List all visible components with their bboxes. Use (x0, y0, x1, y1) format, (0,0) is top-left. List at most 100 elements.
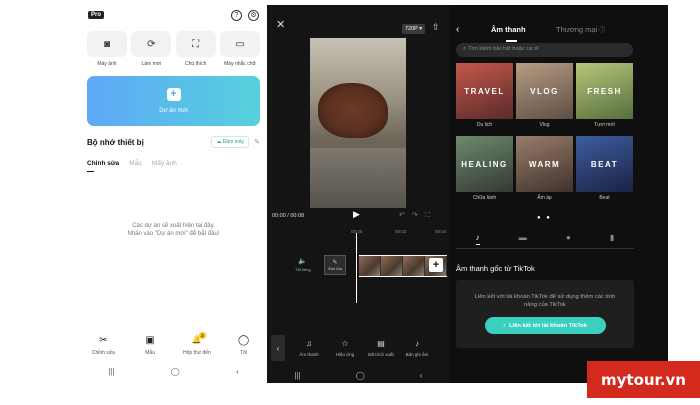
storage-header: Bộ nhớ thiết bị ☁ Đám mây ✎ (80, 136, 267, 148)
edit-icon[interactable]: ✎ (254, 138, 260, 146)
plus-icon: + (166, 88, 181, 101)
chevron-left-icon[interactable]: ‹ (271, 335, 285, 361)
new-project-label: Dự án mới (159, 108, 188, 114)
category-label: Tươi mới (594, 122, 615, 128)
tool-label: Máy ảnh (97, 61, 117, 67)
sound-source-tabs: ♪ ▬ ● ▮ (456, 233, 634, 249)
export-icon[interactable]: ⇧ (432, 22, 440, 33)
mute-button[interactable]: 🔈 Tắt tiếng (295, 257, 311, 272)
pro-badge[interactable]: Pro (88, 11, 105, 19)
mytour-watermark: mytour.vn (587, 361, 700, 398)
audio-icon: ♫ (306, 339, 312, 348)
video-preview[interactable] (310, 38, 406, 208)
home-icon[interactable]: ◯ (356, 371, 365, 380)
teleprompter-icon: ▭ (219, 31, 260, 57)
refresh-icon: ⟳ (131, 31, 172, 57)
tool-label: Làm mới (141, 61, 162, 67)
system-nav: ||| ◯ ‹ (267, 371, 450, 380)
bookmark-tab-icon[interactable]: ▮ (610, 233, 614, 245)
tool-refresh[interactable]: ⟳ Làm mới (131, 31, 172, 67)
new-project-button[interactable]: + Dự án mới (87, 76, 260, 126)
sound-search-input[interactable]: ⌕ Tìm kiếm bài hát hoặc ca sĩ (456, 43, 633, 57)
tiktok-section-title: Âm thanh gốc từ TikTok (456, 264, 535, 273)
speaker-icon: 🔈 (298, 258, 308, 265)
category-beat[interactable]: BEAT Beat (576, 136, 633, 206)
play-icon[interactable]: ▶ (353, 209, 360, 220)
playhead[interactable] (356, 233, 357, 303)
category-label: Du lịch (476, 122, 493, 128)
tiktok-tab-icon[interactable]: ♪ (475, 233, 480, 245)
tool-label: Hiệu ứng (335, 352, 355, 357)
category-label: Vlog (539, 122, 550, 128)
tab-photos[interactable]: Mấy ảnh (152, 160, 177, 167)
help-icon[interactable]: ? (231, 9, 242, 21)
nav-templates[interactable]: ▣ Mẫu (135, 335, 165, 356)
tool-camera[interactable]: ◙ Máy ảnh (87, 31, 127, 67)
tiktok-link-panel: Liên kết với tài khoản TikTok để sử dụng… (456, 280, 634, 348)
category-warm[interactable]: WARM Ấm áp (516, 136, 573, 206)
search-placeholder: Tìm kiếm bài hát hoặc ca sĩ (467, 46, 539, 52)
tool-label: Âm thanh (299, 352, 319, 357)
back-icon[interactable]: ‹ (236, 367, 239, 376)
category-vlog[interactable]: VLOG Vlog (516, 63, 573, 133)
back-icon[interactable]: ‹ (420, 371, 423, 380)
category-healing[interactable]: HEALING Chữa lành (456, 136, 513, 206)
sound-categories: TRAVEL Du lịch VLOG Vlog FRESH Tươi mới … (456, 63, 634, 206)
page-dots: ● ● (537, 215, 552, 221)
close-icon[interactable]: ✕ (276, 18, 285, 31)
tiktok-description: Liên kết với tài khoản TikTok để sử dụng… (456, 280, 634, 309)
link-button-label: Liên kết tới tài khoản TikTok (508, 322, 587, 329)
empty-state: Các dự án sẽ xuất hiện tại đây. Nhấn vào… (80, 222, 267, 238)
tab-templates[interactable]: Mẫu (129, 160, 142, 167)
capcut-home-screen: Pro ? ⚙ ◙ Máy ảnh ⟳ Làm mới ⛶ Chú thích … (80, 5, 267, 383)
tool-voiceover[interactable]: ♪ Bản ghi âm (399, 335, 435, 357)
ruler-tick: 00:04 (435, 229, 447, 234)
tab-sound[interactable]: Âm thanh (491, 25, 526, 42)
dog-image (318, 83, 388, 138)
trending-tab-icon[interactable]: ● (566, 233, 571, 245)
system-nav: ||| ◯ ‹ (80, 367, 267, 376)
home-icon[interactable]: ◯ (171, 367, 180, 376)
tiktok-icon: ♪ (503, 322, 506, 329)
nav-profile[interactable]: ◯ Tôi (229, 335, 259, 356)
tab-edit[interactable]: Chỉnh sửa (87, 160, 119, 172)
tool-audio[interactable]: ♫ Âm thanh (291, 335, 327, 357)
ruler-tick: 00:02 (395, 229, 407, 234)
watermark-text: mytour.vn (601, 370, 686, 389)
tool-caption[interactable]: ⛶ Chú thích (175, 31, 216, 67)
cover-button[interactable]: ✎ Ảnh bìa (324, 255, 346, 275)
nav-label: Tôi (240, 350, 248, 356)
recents-icon[interactable]: ||| (108, 367, 114, 376)
clip-frame (403, 256, 425, 276)
tiktok-desc-line-1: Liên kết với tài khoản TikTok để sử dụng… (474, 294, 616, 300)
link-tiktok-button[interactable]: ♪ Liên kết tới tài khoản TikTok (484, 317, 606, 334)
nav-edit[interactable]: ✂ Chỉnh sửa (88, 335, 118, 356)
nav-label: Hộp thư đến (182, 350, 211, 356)
tab-commercial-label: Thương mại (556, 25, 598, 34)
settings-icon[interactable]: ⚙ (248, 9, 259, 21)
tool-teleprompter[interactable]: ▭ Máy nhắc chữ (219, 31, 260, 67)
nav-inbox[interactable]: 🔔 2 Hộp thư đến (182, 332, 212, 356)
resolution-select[interactable]: 720P ▾ (402, 24, 426, 34)
tool-effects[interactable]: ☆ Hiệu ứng (327, 335, 363, 357)
project-tabs: Chỉnh sửa Mẫu Mấy ảnh (80, 160, 267, 172)
recents-icon[interactable]: ||| (295, 371, 301, 380)
home-top-bar: Pro ? ⚙ (80, 5, 267, 25)
undo-redo-fullscreen-icons[interactable]: ↶↷⛶ (399, 211, 437, 220)
tab-commercial[interactable]: Thương mại ⓘ (556, 25, 605, 34)
back-arrow-icon[interactable]: ‹ (456, 24, 459, 35)
editor-top-bar: ✕ 720P ▾ ⇧ (267, 5, 450, 34)
sound-library-screen: ‹ Âm thanh Thương mại ⓘ ⌕ Tìm kiếm bài h… (450, 5, 668, 383)
category-title: VLOG (516, 63, 573, 119)
info-icon: ⓘ (599, 28, 606, 34)
category-label: Ấm áp (537, 195, 552, 201)
cloud-button[interactable]: ☁ Đám mây (211, 136, 250, 148)
folder-tab-icon[interactable]: ▬ (519, 233, 527, 245)
tool-extracted[interactable]: ▤ Đã trích xuất (363, 335, 399, 357)
add-clip-button[interactable]: + (429, 258, 443, 272)
category-label: Chữa lành (472, 195, 497, 201)
category-travel[interactable]: TRAVEL Du lịch (456, 63, 513, 133)
camera-icon: ◙ (87, 31, 127, 57)
storage-title[interactable]: Bộ nhớ thiết bị (87, 138, 144, 147)
category-fresh[interactable]: FRESH Tươi mới (576, 63, 633, 133)
